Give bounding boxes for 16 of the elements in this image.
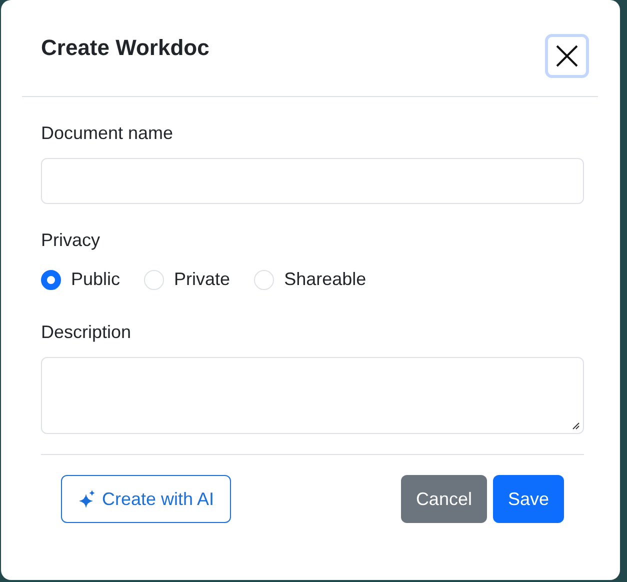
radio-label[interactable]: Shareable [284, 269, 366, 290]
radio-label[interactable]: Public [71, 269, 120, 290]
close-icon [556, 45, 578, 67]
field-label: Document name [41, 122, 174, 145]
field-label: Description [41, 321, 132, 344]
radio-button[interactable] [41, 270, 61, 290]
create-with-ai-button[interactable]: Create with AI [61, 475, 232, 523]
resize-handle-icon[interactable] [572, 422, 580, 430]
cancel-button[interactable]: Cancel [400, 475, 487, 523]
input-field[interactable] [41, 158, 584, 204]
dialog-title: Create Workdoc [41, 35, 210, 61]
radio-label[interactable]: Private [174, 269, 230, 290]
close-button[interactable] [545, 34, 589, 78]
sparkle-icon [78, 489, 96, 509]
save-button[interactable]: Save [492, 475, 564, 523]
field-label: Privacy [41, 229, 102, 252]
